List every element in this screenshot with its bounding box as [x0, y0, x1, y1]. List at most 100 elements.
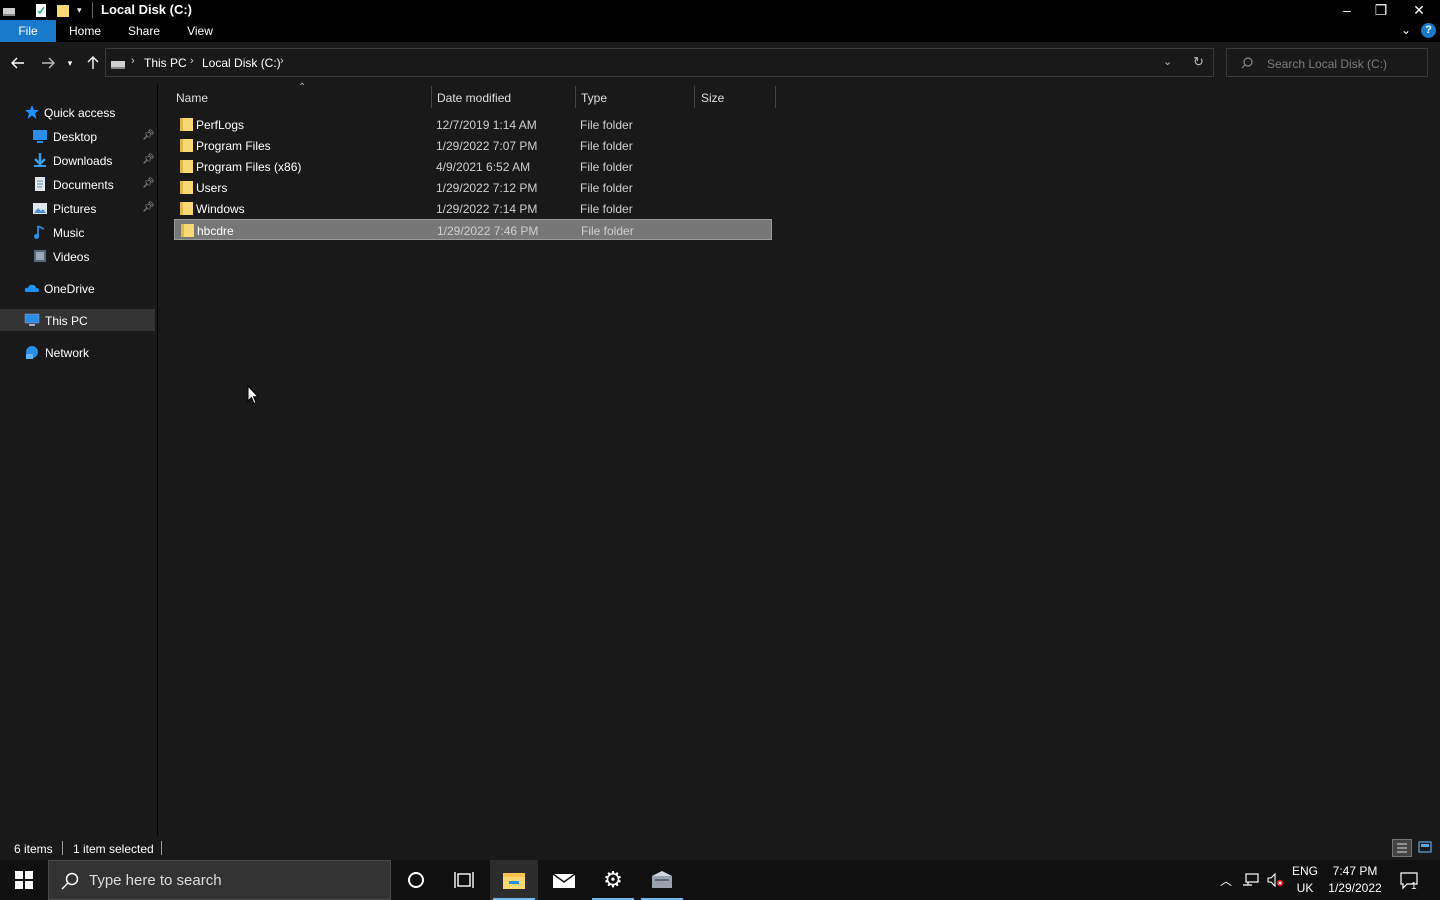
settings-taskbar-button[interactable]: ⚙: [589, 860, 637, 900]
file-row[interactable]: Users 1/29/2022 7:12 PM File folder: [174, 177, 772, 198]
tab-file[interactable]: File: [0, 20, 56, 42]
up-arrow-icon: [87, 56, 99, 69]
large-icons-view-button[interactable]: [1416, 839, 1436, 857]
expand-ribbon-icon[interactable]: ⌄: [1401, 23, 1411, 37]
file-name: hbcdre: [197, 224, 234, 238]
sidebar-item-network[interactable]: Network: [0, 341, 155, 363]
file-row[interactable]: PerfLogs 12/7/2019 1:14 AM File folder: [174, 114, 772, 135]
close-icon: ✕: [1413, 1, 1425, 18]
file-type: File folder: [580, 139, 633, 153]
title-bar: ▾ Local Disk (C:) – ❐ ✕: [0, 0, 1440, 20]
sidebar-item-pictures[interactable]: Pictures 📌︎: [0, 197, 155, 219]
sidebar-item-quick-access[interactable]: Quick access: [0, 101, 155, 123]
up-button[interactable]: [83, 53, 103, 73]
file-date: 1/29/2022 7:14 PM: [436, 202, 538, 216]
large-icons-view-icon: [1418, 841, 1432, 853]
file-row-selected[interactable]: hbcdre 1/29/2022 7:46 PM File folder: [174, 219, 772, 240]
column-divider[interactable]: [431, 86, 432, 108]
folder-icon: [180, 160, 193, 173]
column-divider[interactable]: [575, 86, 576, 108]
selection-count: 1 item selected: [73, 842, 154, 856]
back-arrow-icon: [11, 57, 24, 69]
sidebar-item-downloads[interactable]: Downloads 📌︎: [0, 149, 155, 171]
file-name: PerfLogs: [196, 118, 245, 132]
new-folder-icon[interactable]: [56, 2, 70, 18]
clock-date: 1/29/2022: [1328, 881, 1382, 895]
mail-icon: [552, 873, 576, 888]
action-center-button[interactable]: 1: [1396, 860, 1422, 900]
breadcrumb-local-disk[interactable]: Local Disk (C:): [202, 56, 281, 70]
input-language-indicator[interactable]: ENG UK: [1290, 863, 1320, 897]
column-header-type[interactable]: Type: [581, 86, 693, 110]
file-type: File folder: [580, 118, 633, 132]
navigation-pane: Quick access Desktop 📌︎ Downloads 📌︎ Doc…: [0, 84, 157, 836]
sidebar-item-documents[interactable]: Documents 📌︎: [0, 173, 155, 195]
sidebar-item-onedrive[interactable]: OneDrive: [0, 277, 155, 299]
taskbar-search[interactable]: Type here to search: [48, 860, 391, 900]
tab-home[interactable]: Home: [62, 20, 108, 42]
sidebar-item-music[interactable]: Music: [0, 221, 155, 243]
pin-icon: 📌︎: [142, 202, 155, 213]
sidebar-item-label: Pictures: [53, 202, 97, 216]
onedrive-icon: [24, 284, 39, 292]
sidebar-item-label: OneDrive: [44, 282, 95, 296]
task-view-button[interactable]: [440, 860, 488, 900]
cortana-button[interactable]: [392, 860, 440, 900]
mail-taskbar-button[interactable]: [540, 860, 588, 900]
back-button[interactable]: [8, 53, 28, 73]
pin-icon: 📌︎: [142, 178, 155, 189]
column-header-size[interactable]: Size: [701, 86, 773, 110]
file-row[interactable]: Program Files (x86) 4/9/2021 6:52 AM Fil…: [174, 156, 772, 177]
search-box[interactable]: Search Local Disk (C:): [1226, 48, 1428, 77]
breadcrumb-separator[interactable]: ›: [131, 55, 135, 67]
network-tray-icon: [1243, 873, 1259, 886]
file-list: ⌃ Name Date modified Type Size PerfLogs …: [158, 82, 1440, 836]
qat-dropdown-icon[interactable]: ▾: [77, 5, 82, 21]
chevron-down-icon: ▾: [67, 57, 73, 68]
refresh-icon[interactable]: ↻: [1193, 54, 1204, 70]
column-header-date[interactable]: Date modified: [437, 86, 577, 110]
star-icon: [25, 105, 39, 119]
recent-locations-button[interactable]: ▾: [63, 53, 77, 73]
properties-icon[interactable]: [34, 2, 48, 18]
file-row[interactable]: Windows 1/29/2022 7:14 PM File folder: [174, 198, 772, 219]
sidebar-item-this-pc[interactable]: This PC: [0, 309, 155, 331]
breadcrumb-separator[interactable]: ›: [280, 55, 284, 67]
folder-icon: [181, 224, 194, 237]
this-pc-icon: [24, 313, 40, 326]
app-taskbar-button[interactable]: [638, 860, 686, 900]
breadcrumb-separator[interactable]: ›: [190, 55, 194, 67]
breadcrumb-this-pc[interactable]: This PC: [144, 56, 187, 70]
volume-tray-button[interactable]: [1264, 860, 1286, 900]
restore-icon: ❐: [1374, 1, 1388, 18]
tab-share[interactable]: Share: [122, 20, 166, 42]
file-explorer-taskbar-button[interactable]: [490, 860, 538, 900]
column-divider[interactable]: [775, 86, 776, 108]
volume-muted-icon: [1267, 872, 1284, 888]
sidebar-item-label: Music: [53, 226, 85, 240]
tab-view[interactable]: View: [180, 20, 220, 42]
divider: [161, 841, 162, 855]
download-icon: [34, 153, 46, 167]
help-icon[interactable]: ?: [1421, 23, 1436, 38]
gear-icon: ⚙: [603, 867, 623, 892]
forward-button[interactable]: [38, 53, 58, 73]
address-history-icon[interactable]: ⌄: [1163, 55, 1172, 68]
folder-icon: [180, 181, 193, 194]
close-button[interactable]: ✕: [1396, 0, 1440, 20]
ribbon: File Home Share View ⌄ ?: [0, 20, 1440, 42]
sidebar-item-videos[interactable]: Videos: [0, 245, 155, 267]
clock[interactable]: 7:47 PM 1/29/2022: [1324, 863, 1386, 897]
address-bar[interactable]: › This PC › Local Disk (C:) › ⌄ ↻: [105, 48, 1214, 77]
file-row[interactable]: Program Files 1/29/2022 7:07 PM File fol…: [174, 135, 772, 156]
mouse-cursor-icon: [247, 385, 259, 405]
column-divider[interactable]: [694, 86, 695, 108]
details-view-button[interactable]: [1392, 839, 1412, 857]
status-bar: 6 items 1 item selected: [0, 836, 1440, 860]
sidebar-item-desktop[interactable]: Desktop 📌︎: [0, 125, 155, 147]
show-hidden-icons-button[interactable]: ︿: [1216, 860, 1236, 900]
column-header-name[interactable]: Name: [176, 86, 432, 110]
network-tray-button[interactable]: [1240, 860, 1262, 900]
start-button[interactable]: [0, 860, 48, 900]
file-date: 1/29/2022 7:07 PM: [436, 139, 538, 153]
